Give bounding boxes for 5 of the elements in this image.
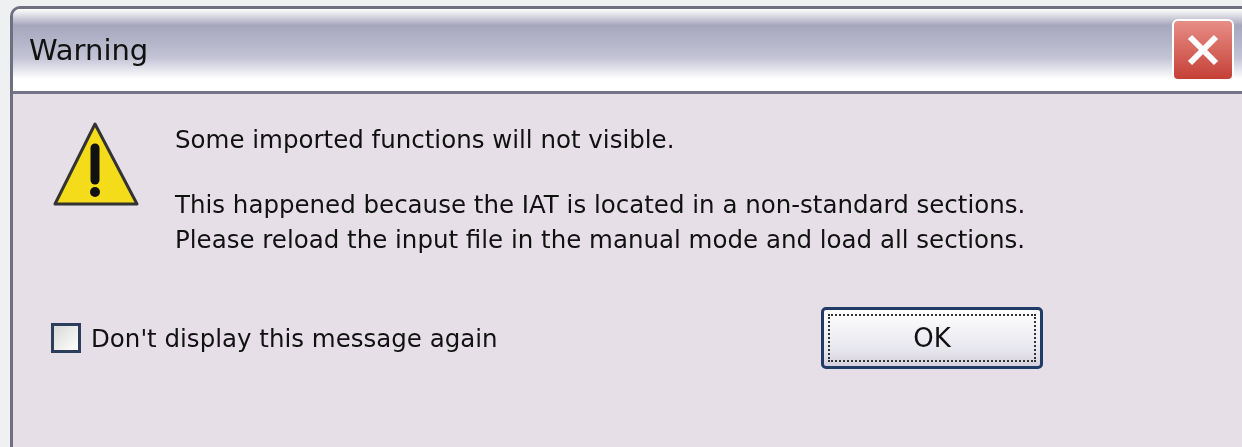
message-text: Some imported functions will not visible. <box>175 124 676 156</box>
window-title: Warning <box>29 33 149 67</box>
message-text: This happened because the IAT is located in a non-standard sections. Please reload the input file in the manual mode and load all sections. <box>175 189 1026 256</box>
checkbox-label[interactable]: Don't display this message again <box>91 323 498 353</box>
ok-button[interactable]: OK <box>821 307 1043 369</box>
